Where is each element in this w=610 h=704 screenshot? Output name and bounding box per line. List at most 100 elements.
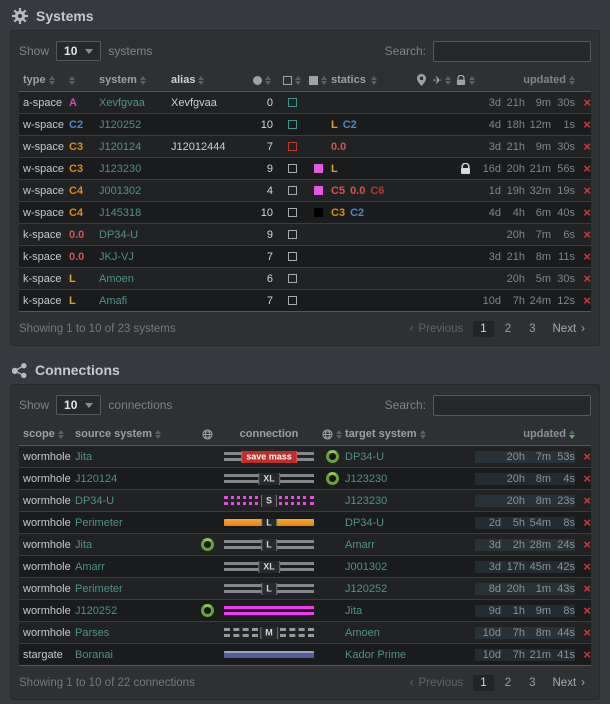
source-scope-cell xyxy=(195,538,219,551)
next-button[interactable]: Next› xyxy=(547,321,592,337)
source-system-link[interactable]: Jita xyxy=(75,451,195,463)
target-system-link[interactable]: Amarr xyxy=(345,539,475,551)
system-link[interactable]: J001302 xyxy=(99,185,171,197)
delete-button[interactable]: × xyxy=(583,162,591,175)
source-system-link[interactable]: Perimeter xyxy=(75,583,195,595)
column-header-scope[interactable]: scope xyxy=(19,428,75,440)
delete-button[interactable]: × xyxy=(583,228,591,241)
column-header-source-system[interactable]: source system xyxy=(75,428,195,440)
system-link[interactable]: JKJ-VJ xyxy=(99,251,171,263)
delete-button[interactable]: × xyxy=(583,294,591,307)
connections-search-input[interactable] xyxy=(433,395,591,416)
delete-button[interactable]: × xyxy=(583,582,591,595)
connection-cell[interactable] xyxy=(219,651,319,658)
column-header-status-filled[interactable] xyxy=(305,76,331,85)
target-system-link[interactable]: J123230 xyxy=(345,495,475,507)
column-header-status-outline[interactable] xyxy=(279,76,305,85)
source-system-link[interactable]: Boranai xyxy=(75,649,195,661)
column-header-security[interactable] xyxy=(69,76,99,85)
connection-cell[interactable]: save mass xyxy=(219,451,319,463)
updated-part: 2d xyxy=(479,517,501,529)
column-header-alias[interactable]: alias xyxy=(171,74,251,86)
target-system-link[interactable]: Kador Prime xyxy=(345,649,475,661)
delete-button[interactable]: × xyxy=(583,184,591,197)
delete-button[interactable]: × xyxy=(583,118,591,131)
connections-page-length-select[interactable]: 10 xyxy=(56,395,101,415)
column-header-signature-count[interactable] xyxy=(251,76,279,85)
column-header-location[interactable] xyxy=(411,74,431,86)
system-link[interactable]: Xevfgvaa xyxy=(99,97,171,109)
delete-button[interactable]: × xyxy=(583,494,591,507)
previous-button[interactable]: ‹Previous xyxy=(404,675,470,691)
connection-cell[interactable] xyxy=(219,605,319,617)
page-button-2[interactable]: 2 xyxy=(498,321,518,337)
systems-page-length-select[interactable]: 10 xyxy=(56,41,101,61)
system-link[interactable]: J145318 xyxy=(99,207,171,219)
delete-button[interactable]: × xyxy=(583,472,591,485)
column-header-lock[interactable] xyxy=(453,75,477,86)
connection-cell[interactable]: L xyxy=(219,519,319,526)
source-system-link[interactable]: DP34-U xyxy=(75,495,195,507)
delete-button[interactable]: × xyxy=(583,560,591,573)
source-system-link[interactable]: J120124 xyxy=(75,473,195,485)
connection-cell[interactable]: S xyxy=(219,495,319,507)
column-header-updated[interactable]: updated xyxy=(477,74,575,86)
source-system-link[interactable]: Jita xyxy=(75,539,195,551)
delete-button[interactable]: × xyxy=(583,450,591,463)
system-link[interactable]: Amafi xyxy=(99,295,171,307)
target-system-link[interactable]: DP34-U xyxy=(345,517,475,529)
column-header-target-system[interactable]: target system xyxy=(345,428,475,440)
target-system-link[interactable]: J123230 xyxy=(345,473,475,485)
delete-button[interactable]: × xyxy=(583,96,591,109)
next-button[interactable]: Next› xyxy=(547,675,592,691)
connection-cell[interactable]: XL xyxy=(219,473,319,485)
column-header-source-scope[interactable] xyxy=(195,429,219,440)
target-system-link[interactable]: DP34-U xyxy=(345,451,475,463)
system-link[interactable]: J120252 xyxy=(99,119,171,131)
delete-button[interactable]: × xyxy=(583,272,591,285)
column-header-system[interactable]: system xyxy=(99,74,171,86)
delete-button[interactable]: × xyxy=(583,538,591,551)
page-button-3[interactable]: 3 xyxy=(522,675,542,691)
updated-part: 8d xyxy=(479,583,501,595)
source-system-link[interactable]: J120252 xyxy=(75,605,195,617)
systems-search-input[interactable] xyxy=(433,41,591,62)
connection-cell[interactable]: L xyxy=(219,583,319,595)
source-system-link[interactable]: Perimeter xyxy=(75,517,195,529)
source-system-link[interactable]: Parses xyxy=(75,627,195,639)
delete-button[interactable]: × xyxy=(583,626,591,639)
connection-cell[interactable]: XL xyxy=(219,561,319,573)
column-header-statics[interactable]: statics xyxy=(331,74,411,86)
source-system-link[interactable]: Amarr xyxy=(75,561,195,573)
connections-unit-label: connections xyxy=(108,398,172,412)
delete-button[interactable]: × xyxy=(583,140,591,153)
connection-cell[interactable]: L xyxy=(219,539,319,551)
column-header-connection: connection xyxy=(219,428,319,440)
target-system-link[interactable]: J001302 xyxy=(345,561,475,573)
updated-part: 30s xyxy=(551,141,575,153)
page-button-1[interactable]: 1 xyxy=(473,675,493,691)
page-button-2[interactable]: 2 xyxy=(498,675,518,691)
system-security: C4 xyxy=(69,207,99,219)
delete-button[interactable]: × xyxy=(583,604,591,617)
target-system-link[interactable]: J120252 xyxy=(345,583,475,595)
target-system-link[interactable]: Amoen xyxy=(345,627,475,639)
delete-button[interactable]: × xyxy=(583,250,591,263)
system-link[interactable]: Amoen xyxy=(99,273,171,285)
column-header-updated[interactable]: updated xyxy=(475,428,575,440)
system-link[interactable]: J123230 xyxy=(99,163,171,175)
system-link[interactable]: J120124 xyxy=(99,141,171,153)
connection-size-badge: save mass xyxy=(241,451,297,463)
column-header-target-scope[interactable] xyxy=(319,429,345,440)
delete-button[interactable]: × xyxy=(583,206,591,219)
previous-button[interactable]: ‹Previous xyxy=(404,321,470,337)
column-header-rally[interactable]: ✈ xyxy=(431,74,453,87)
connection-cell[interactable]: M xyxy=(219,627,319,639)
page-button-3[interactable]: 3 xyxy=(522,321,542,337)
column-header-type[interactable]: type xyxy=(19,74,69,86)
delete-button[interactable]: × xyxy=(583,516,591,529)
page-button-1[interactable]: 1 xyxy=(473,321,493,337)
target-system-link[interactable]: Jita xyxy=(345,605,475,617)
system-link[interactable]: DP34-U xyxy=(99,229,171,241)
delete-button[interactable]: × xyxy=(583,648,591,661)
